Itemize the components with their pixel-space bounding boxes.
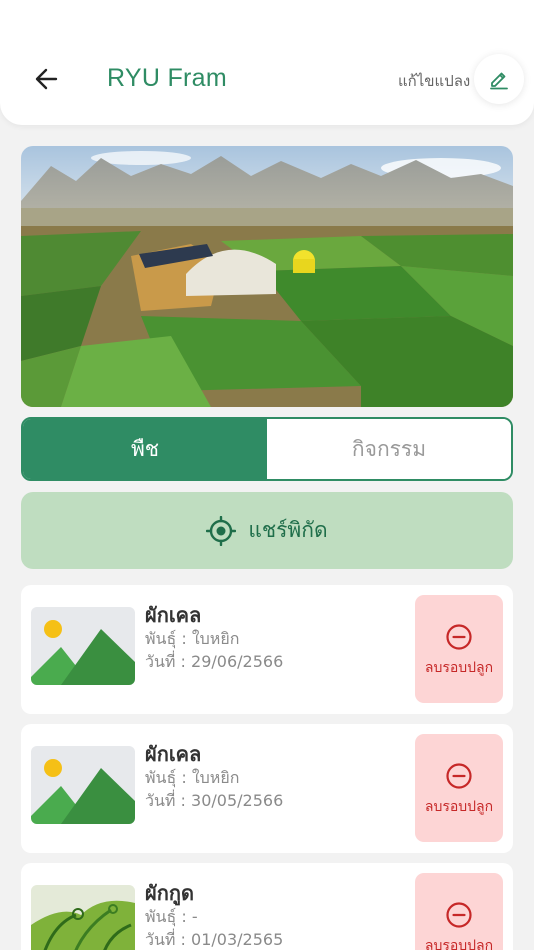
placeholder-image-icon xyxy=(31,607,135,685)
back-button[interactable] xyxy=(30,62,64,96)
page-title: RYU Fram xyxy=(107,64,228,92)
arrow-left-icon xyxy=(35,68,58,90)
plant-date: วันที่ : 30/05/2566 xyxy=(145,791,284,810)
delete-planting-button[interactable]: ลบรอบปลูก xyxy=(415,734,503,842)
plant-variety: พันธุ์ : - xyxy=(145,907,198,926)
delete-planting-label: ลบรอบปลูก xyxy=(424,660,494,676)
minus-circle-icon xyxy=(446,763,472,789)
plant-variety: พันธุ์ : ใบหยิก xyxy=(145,629,240,648)
tab-bar: พืช กิจกรรม xyxy=(21,417,513,481)
pencil-icon xyxy=(490,72,508,90)
tab-plants[interactable]: พืช xyxy=(23,419,267,479)
minus-circle-icon xyxy=(446,624,472,650)
delete-planting-button[interactable]: ลบรอบปลูก xyxy=(415,595,503,703)
fern-photo xyxy=(31,885,135,950)
location-target-icon xyxy=(206,515,237,546)
delete-planting-label: ลบรอบปลูก xyxy=(424,799,494,815)
share-location-label: แชร์พิกัด xyxy=(248,518,328,542)
placeholder-image-icon xyxy=(31,746,135,824)
plant-date: วันที่ : 01/03/2565 xyxy=(145,930,284,949)
delete-planting-label: ลบรอบปลูก xyxy=(424,938,494,950)
plant-date: วันที่ : 29/06/2566 xyxy=(145,652,284,671)
plant-card[interactable]: ผักกูด พันธุ์ : - วันที่ : 01/03/2565 ลบ… xyxy=(21,863,513,950)
plant-variety: พันธุ์ : ใบหยิก xyxy=(145,768,240,787)
minus-circle-icon xyxy=(446,902,472,928)
plant-card[interactable]: ผักเคล พันธุ์ : ใบหยิก วันที่ : 30/05/25… xyxy=(21,724,513,853)
app-header: RYU Fram แก้ไขแปลง xyxy=(0,0,534,125)
edit-button[interactable] xyxy=(474,54,524,104)
tab-activities[interactable]: กิจกรรม xyxy=(267,419,511,479)
edit-plot-label[interactable]: แก้ไขแปลง xyxy=(398,69,470,93)
farm-photo xyxy=(21,146,513,407)
share-location-button[interactable]: แชร์พิกัด xyxy=(21,492,513,569)
delete-planting-button[interactable]: ลบรอบปลูก xyxy=(415,873,503,950)
plant-card[interactable]: ผักเคล พันธุ์ : ใบหยิก วันที่ : 29/06/25… xyxy=(21,585,513,714)
